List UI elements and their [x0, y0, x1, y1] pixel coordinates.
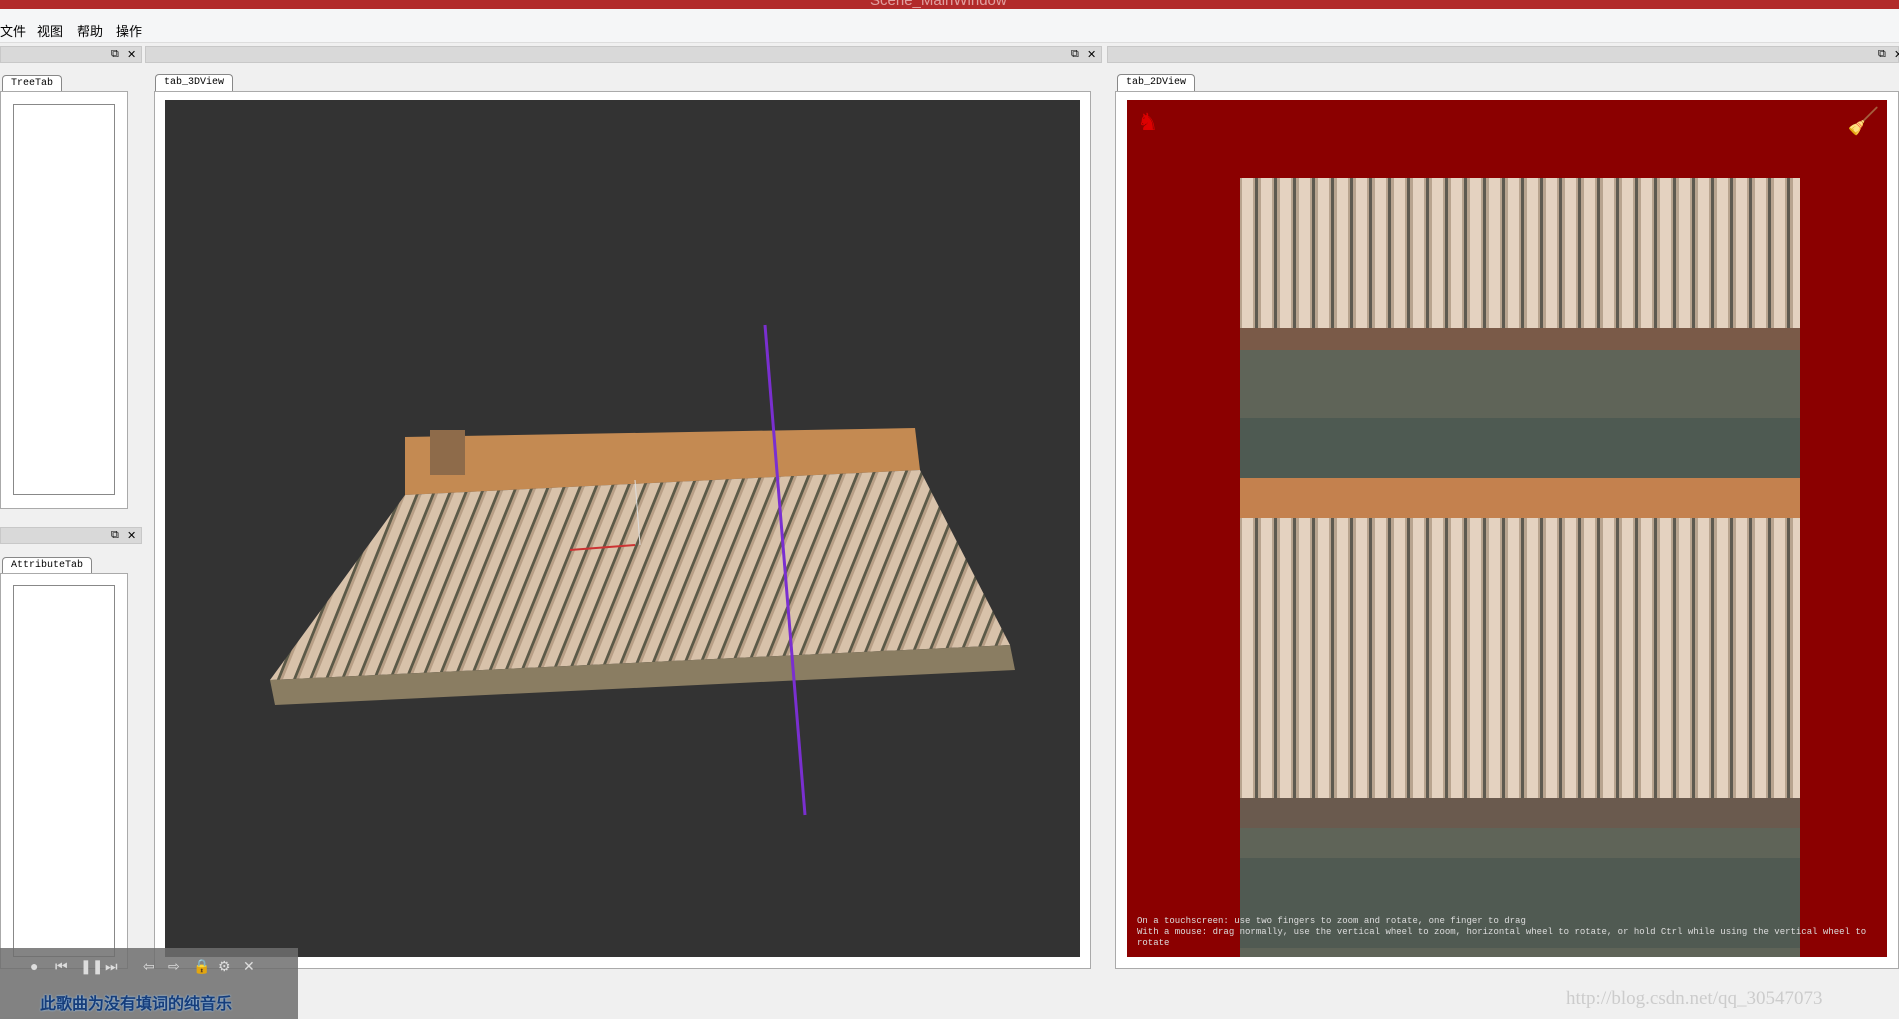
menu-help[interactable]: 帮助: [77, 21, 103, 40]
gear-icon[interactable]: ⚙: [218, 958, 231, 975]
broom-clear-icon[interactable]: 🧹: [1847, 106, 1879, 137]
close-icon[interactable]: ✕: [1894, 48, 1899, 61]
next-icon[interactable]: ⏭: [105, 958, 118, 975]
watermark: http://blog.csdn.net/qq_30547073: [1566, 988, 1823, 1009]
float-icon[interactable]: ⧉: [111, 48, 119, 61]
menu-file[interactable]: 文件: [0, 21, 26, 40]
rotate-icon[interactable]: ♞: [1137, 108, 1159, 137]
attribute-view[interactable]: [13, 585, 115, 957]
pause-icon[interactable]: ❚❚: [80, 958, 103, 975]
tab-attribute[interactable]: AttributeTab: [2, 557, 93, 574]
roof-point-cloud: [270, 324, 1015, 816]
lock-icon[interactable]: 🔒: [193, 958, 210, 975]
previous-icon[interactable]: ⏮: [55, 958, 68, 975]
window-title: Scene_MainWindow: [870, 0, 1007, 9]
view2d-dock-header[interactable]: ⧉ ✕: [1107, 46, 1899, 63]
tab-2dview[interactable]: tab_2DView: [1117, 74, 1196, 91]
float-icon[interactable]: ⧉: [111, 529, 119, 542]
menu-view[interactable]: 视图: [37, 21, 63, 40]
arrow-left-icon[interactable]: ⇦: [143, 958, 155, 975]
title-bar: Scene_MainWindow: [0, 0, 1899, 9]
close-icon[interactable]: ✕: [127, 529, 136, 542]
menu-actions[interactable]: 操作: [116, 21, 142, 40]
tree-dock-header[interactable]: ⧉ ✕: [0, 46, 142, 63]
view3d-dock-header[interactable]: ⧉ ✕: [145, 46, 1102, 63]
float-icon[interactable]: ⧉: [1878, 48, 1886, 61]
arrow-right-icon[interactable]: ⇨: [168, 958, 180, 975]
menu-bar: 文件 视图 帮助 操作: [0, 9, 1899, 43]
music-icon[interactable]: ●: [30, 958, 38, 974]
close-icon[interactable]: ✕: [127, 48, 136, 61]
tree-view[interactable]: [13, 104, 115, 495]
tab-3dview[interactable]: tab_3DView: [155, 74, 234, 91]
gesture-hint-text: On a touchscreen: use two fingers to zoo…: [1137, 916, 1867, 948]
float-icon[interactable]: ⧉: [1071, 48, 1079, 61]
close-icon[interactable]: ✕: [1087, 48, 1096, 61]
attribute-dock-header[interactable]: ⧉ ✕: [0, 527, 142, 544]
image-2d-view[interactable]: ♞ 🧹 On a touchscreen: use two fingers to…: [1127, 100, 1887, 957]
music-player-overlay: ● ⏮ ❚❚ ⏭ ⇦ ⇨ 🔒 ⚙ ✕ 此歌曲为没有填词的纯音乐: [0, 948, 298, 1019]
point-cloud-3d-view[interactable]: [165, 100, 1080, 957]
lyric-text: 此歌曲为没有填词的纯音乐: [40, 996, 233, 1013]
tab-tree[interactable]: TreeTab: [2, 75, 63, 92]
close-icon[interactable]: ✕: [243, 958, 255, 975]
roof-photo: [1240, 178, 1800, 957]
